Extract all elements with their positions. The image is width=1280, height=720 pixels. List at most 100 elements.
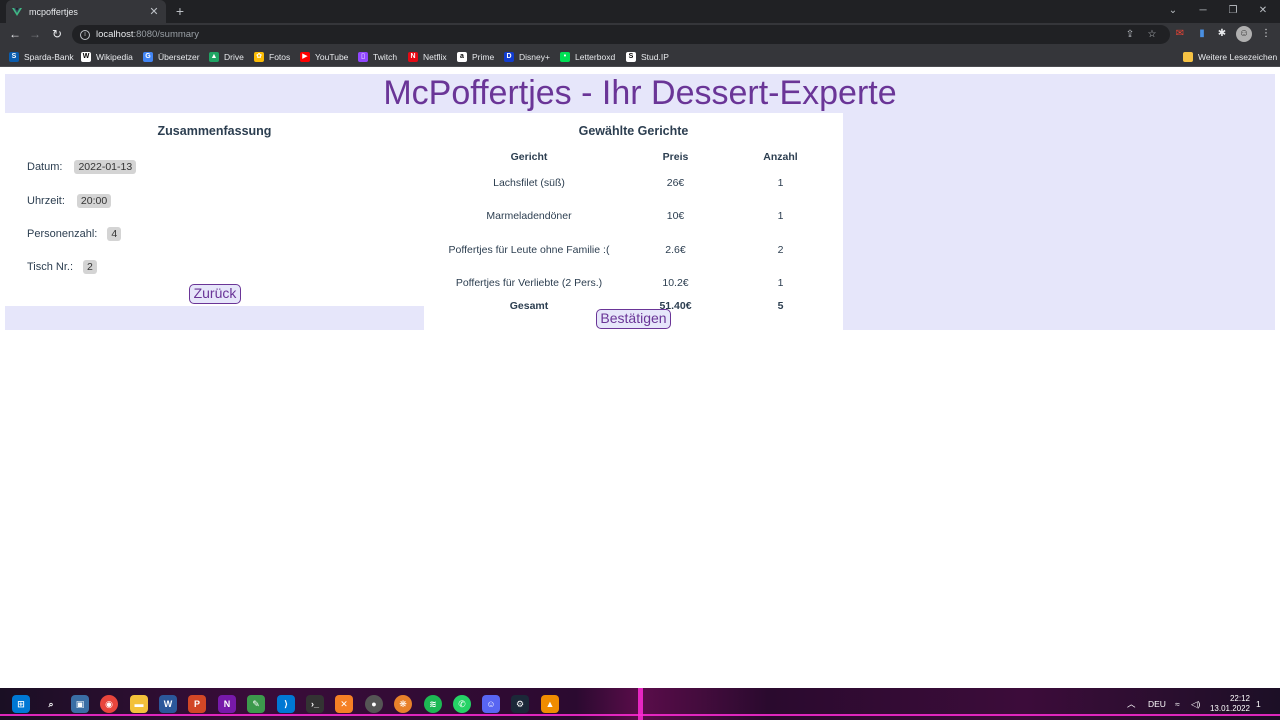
gmail-extension-icon[interactable]: ✉	[1172, 26, 1188, 42]
bookmark-studip[interactable]: S Stud.IP	[626, 49, 669, 64]
browser-tab-bar: mcpoffertjes ✕ + ⌄ ─ ❐ ✕	[0, 0, 1280, 23]
tab-search-icon[interactable]: ⌄	[1158, 0, 1188, 23]
minimize-icon[interactable]: ─	[1188, 0, 1218, 23]
bookmarks-bar: S Sparda-Bank W Wikipedia G Übersetzer ▲ Dri…	[0, 46, 1280, 67]
bookmark-label: Wikipedia	[96, 51, 133, 62]
table-number-field: Tisch Nr.: 2	[27, 260, 97, 274]
word-icon[interactable]: W	[159, 695, 177, 713]
bookmark-netflix[interactable]: N Netflix	[408, 49, 447, 64]
back-button[interactable]: Zurück	[189, 284, 241, 304]
table-row: Marmeladendöner 10€ 1	[431, 200, 837, 234]
tab-close-icon[interactable]: ✕	[148, 5, 160, 18]
summary-heading: Zusammenfassung	[157, 124, 272, 138]
address-bar[interactable]: i localhost:8080/summary ⇪ ☆	[72, 25, 1170, 44]
confirm-button[interactable]: Bestätigen	[596, 309, 671, 329]
extensions-puzzle-icon[interactable]: ✱	[1214, 26, 1230, 42]
column-header-dish: Gericht	[510, 151, 548, 163]
bookmark-drive[interactable]: ▲ Drive	[209, 49, 244, 64]
youtube-icon: ▶	[300, 51, 310, 62]
discord-icon[interactable]: ☺	[482, 695, 500, 713]
onenote-icon[interactable]: N	[218, 695, 236, 713]
window-close-icon[interactable]: ✕	[1248, 0, 1278, 23]
bookmark-disney[interactable]: D Disney+	[504, 49, 550, 64]
persons-field: Personenzahl: 4	[27, 227, 122, 241]
bank-icon: S	[9, 51, 19, 62]
powerpoint-icon[interactable]: P	[188, 695, 206, 713]
page: McPoffertjes - Ihr Dessert-Experte Zusam…	[0, 68, 1280, 688]
drive-icon: ▲	[209, 51, 219, 62]
date-field: Datum: 2022-01-13	[27, 160, 137, 174]
photos-icon: ✿	[254, 51, 264, 62]
bookmark-wikipedia[interactable]: W Wikipedia	[81, 49, 133, 64]
clock-time: 22:12	[1229, 694, 1250, 703]
search-icon[interactable]: ⌕	[42, 695, 60, 713]
browser-tab[interactable]: mcpoffertjes ✕	[6, 0, 166, 23]
dish-count: 1	[777, 210, 784, 223]
bookmark-label: Sparda-Bank	[24, 51, 74, 62]
whatsapp-icon[interactable]: ✆	[453, 695, 471, 713]
language-indicator[interactable]: DEU	[1148, 688, 1166, 720]
summary-panel: Zusammenfassung Datum: 2022-01-13 Uhrzei…	[5, 113, 424, 330]
bookmark-label: Drive	[224, 51, 244, 62]
table-header-row: Gericht Preis Anzahl	[431, 148, 837, 166]
site-info-icon[interactable]: i	[80, 29, 90, 40]
other-bookmarks[interactable]: Weitere Lesezeichen	[1183, 49, 1277, 64]
notification-badge[interactable]: 1	[1256, 688, 1261, 720]
disney-icon: D	[504, 51, 514, 62]
vue-icon	[12, 7, 22, 16]
app-title: McPoffertjes - Ihr Dessert-Experte	[5, 74, 1275, 113]
menu-kebab-icon[interactable]: ⋮	[1258, 26, 1274, 42]
dishes-table: Gericht Preis Anzahl Lachsfilet (süß) 26…	[431, 148, 837, 312]
bookmark-uebersetzer[interactable]: G Übersetzer	[143, 49, 200, 64]
bookmark-prime[interactable]: a Prime	[457, 49, 494, 64]
tab-title: mcpoffertjes	[29, 6, 78, 17]
bookmark-letterboxd[interactable]: • Letterboxd	[560, 49, 615, 64]
dish-name: Poffertjes für Verliebte (2 Pers.)	[455, 277, 603, 290]
steam-icon[interactable]: ⚙	[511, 695, 529, 713]
dish-name: Poffertjes für Leute ohne Familie :(	[448, 243, 610, 256]
date-label: Datum:	[27, 161, 63, 173]
tray-chevron-icon[interactable]: ︿	[1127, 688, 1136, 720]
extension-icon[interactable]: ▮	[1194, 26, 1210, 42]
chrome-icon[interactable]: ◉	[100, 695, 118, 713]
dish-price: 26€	[666, 176, 685, 189]
other-bookmarks-label: Weitere Lesezeichen	[1198, 51, 1278, 62]
dishes-heading: Gewählte Gerichte	[578, 124, 689, 138]
restore-icon[interactable]: ❐	[1218, 0, 1248, 23]
bookmark-fotos[interactable]: ✿ Fotos	[254, 49, 290, 64]
bookmark-label: Prime	[472, 51, 495, 62]
spotify-icon[interactable]: ≋	[424, 695, 442, 713]
reload-icon[interactable]: ↻	[48, 26, 66, 44]
volume-icon[interactable]: ◁)	[1191, 688, 1200, 720]
bookmark-youtube[interactable]: ▶ YouTube	[300, 49, 348, 64]
table-row: Lachsfilet (süß) 26€ 1	[431, 166, 837, 200]
notepad-icon[interactable]: ✎	[247, 695, 265, 713]
wikipedia-icon: W	[81, 51, 91, 62]
terminal-icon[interactable]: ›_	[306, 695, 324, 713]
time-field: Uhrzeit: 20:00	[27, 194, 112, 208]
start-icon[interactable]: ⊞	[12, 695, 30, 713]
translate-icon: G	[143, 51, 153, 62]
new-tab-button[interactable]: +	[172, 3, 188, 19]
forward-icon[interactable]: →	[26, 26, 44, 44]
wifi-icon[interactable]: ≈	[1175, 688, 1180, 720]
bookmark-sparda-bank[interactable]: S Sparda-Bank	[9, 49, 74, 64]
xampp-icon[interactable]: ✕	[335, 695, 353, 713]
share-icon[interactable]: ⇪	[1122, 25, 1138, 44]
fl-studio-icon[interactable]: ❋	[394, 695, 412, 713]
bookmark-label: Fotos	[269, 51, 291, 62]
netflix-icon: N	[408, 51, 418, 62]
total-count: 5	[777, 300, 784, 312]
github-icon[interactable]: ●	[365, 695, 383, 713]
vlc-icon[interactable]: ▲	[541, 695, 559, 713]
explorer-icon[interactable]: ▬	[130, 695, 148, 713]
vscode-icon[interactable]: ⟩	[277, 695, 295, 713]
bookmark-star-icon[interactable]: ☆	[1144, 25, 1160, 44]
profile-avatar-icon[interactable]: ☺	[1236, 26, 1252, 42]
back-icon[interactable]: ←	[6, 26, 24, 44]
browser-toolbar: ← → ↻ i localhost:8080/summary ⇪ ☆ ✉ ▮ ✱…	[0, 23, 1280, 46]
bookmark-twitch[interactable]: ▯ Twitch	[358, 49, 397, 64]
task-view-icon[interactable]: ▣	[71, 695, 89, 713]
table-number-value: 2	[83, 260, 97, 274]
clock[interactable]: 22:12 13.01.2022	[1210, 694, 1250, 714]
